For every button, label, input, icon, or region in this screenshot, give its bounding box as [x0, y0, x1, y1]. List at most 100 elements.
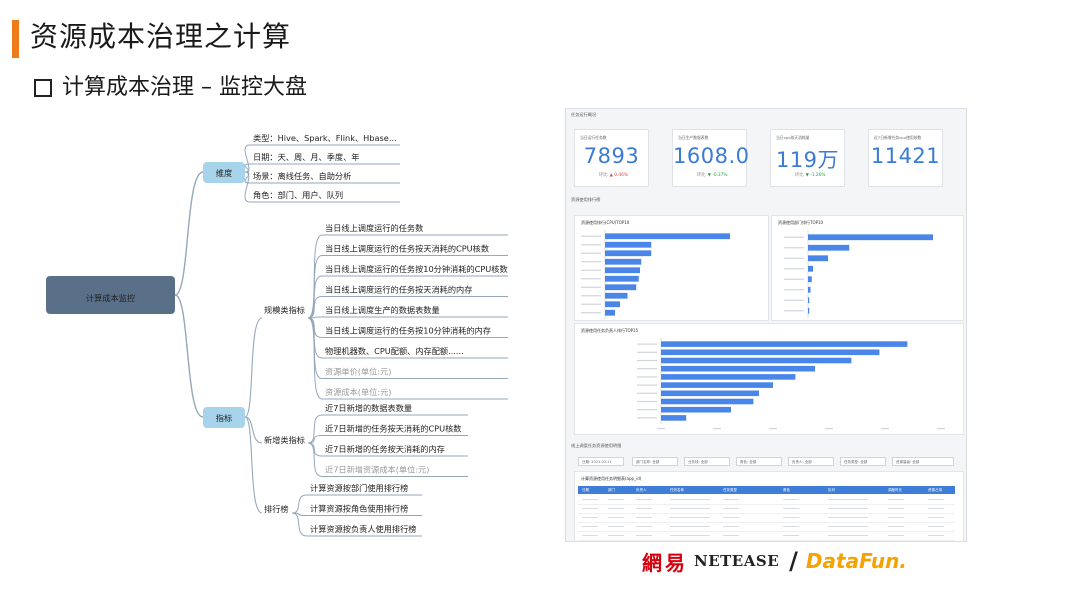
connector-line [307, 442, 323, 477]
table-cell [783, 526, 799, 527]
table-cell [636, 517, 652, 518]
table-cell [670, 517, 710, 518]
chart-bar [808, 234, 933, 241]
kpi-card: 当日cpu核天消耗量 119万 环比 ▼ -1.26% [770, 129, 845, 187]
category-tick-label [637, 351, 657, 353]
leaf-item: 计算资源按负责人使用排行榜 [310, 524, 416, 534]
table-cell [928, 517, 944, 518]
dashboard-screenshot: 任务运行概况 当日运行任务数 7893 环比 ▲ 0.46% 当日生产数据表数 1608.… [565, 108, 967, 542]
bar-chart-owner [637, 338, 945, 430]
kpi-change-value: 0.46% [614, 173, 628, 178]
chart-bar [605, 241, 652, 248]
x-tick-label [881, 428, 889, 430]
filter-select[interactable]: 任务类型: 全部 [840, 457, 886, 466]
table-cell [828, 517, 868, 518]
chart-bar [808, 286, 811, 293]
kpi-change-value: -1.26% [810, 173, 826, 178]
table-cell [608, 535, 624, 536]
category-tick-label [581, 295, 601, 297]
chart-bar [808, 244, 850, 251]
chart-title: 资源使用部门排行TOP10 [778, 220, 824, 225]
kpi-change: 环比 ▲ 0.46% [599, 172, 628, 178]
filter-select[interactable]: 角色: 全部 [736, 457, 782, 466]
kpi-label: 当日运行任务数 [580, 135, 607, 140]
connector-line [174, 294, 204, 418]
table-column-header: 部门 [608, 488, 615, 492]
kpi-value: 119万 [775, 148, 840, 172]
leaf-item: 当日线上调度运行的任务按天消耗的内存 [325, 285, 472, 295]
leaf-item: 角色：部门、用户、队列 [253, 190, 343, 200]
table-cell [670, 508, 710, 509]
footer-logos: 網易 NETEASE / DataFun. [642, 546, 907, 576]
table-cell [582, 535, 598, 536]
category-tick-label [637, 376, 657, 378]
chart-bar [605, 258, 642, 265]
ranking-node: 排行榜 [264, 504, 289, 514]
leaf-item: 类型：Hive、Spark、Flink、Hbase... [253, 133, 397, 143]
table-cell [928, 535, 944, 536]
overview-section-title: 任务运行概况 [571, 112, 597, 117]
table-cell [582, 517, 598, 518]
connector-line [244, 317, 263, 418]
table-cell [723, 526, 739, 527]
chart-bar [661, 357, 852, 364]
connector-line [291, 494, 308, 514]
category-tick-label [784, 247, 804, 249]
chart-bar [661, 341, 908, 347]
chart-bar [605, 309, 615, 316]
ranking-section-title: 资源使用排行榜 [571, 197, 601, 202]
chart-bar [808, 307, 810, 314]
chart-bar [808, 255, 828, 262]
chart-bar [661, 390, 759, 397]
kpi-change: 环比 ▼ -1.26% [795, 172, 825, 178]
connector-line [307, 435, 323, 444]
table-cell [636, 508, 652, 509]
chart-bar [808, 265, 813, 272]
category-tick-label [581, 278, 601, 280]
kpi-change-value: -0.37% [712, 173, 728, 178]
table-cell [888, 508, 904, 509]
table-cell [723, 508, 739, 509]
category-tick-label [581, 286, 601, 288]
x-tick-label [937, 428, 945, 430]
table-cell [783, 508, 799, 509]
filter-select[interactable]: 部门名称: 全部 [632, 457, 678, 466]
table-column-header: 任务类型 [723, 488, 737, 492]
table-cell [670, 526, 710, 527]
kpi-card: 当日生产数据表数 1608.0 环比 ▼ -0.37% [672, 129, 749, 187]
table-row[interactable] [578, 531, 955, 541]
kpi-label: 当日cpu核天消耗量 [776, 135, 810, 140]
connector-line [244, 144, 251, 173]
chart-bar [661, 382, 773, 388]
root-node-label: 计算成本监控 [86, 293, 135, 303]
table-cell [636, 526, 652, 527]
category-tick-label [637, 368, 657, 370]
filter-select[interactable]: 业务线: 全部 [684, 457, 730, 466]
table-cell [582, 508, 598, 509]
table-cell [888, 526, 904, 527]
category-tick-label [784, 310, 804, 312]
table-cell [723, 499, 739, 500]
filter-select[interactable]: 负责人: 全部 [788, 457, 834, 466]
kpi-compare-label: 环比 [697, 173, 706, 178]
table-cell [608, 508, 624, 509]
table-cell [888, 517, 904, 518]
table-cell [582, 499, 598, 500]
bar-chart-cpu [581, 230, 759, 325]
table-cell [636, 535, 652, 536]
table-column-header: 日期 [582, 488, 589, 492]
table-cell [723, 535, 739, 536]
category-tick-label [637, 400, 657, 403]
category-tick-label [581, 261, 601, 263]
chart-bar [661, 415, 687, 421]
filter-select[interactable]: 资源量级: 全部 [892, 457, 954, 466]
leaf-item: 场景：离线任务、自助分析 [253, 171, 351, 181]
chart-bar [605, 284, 637, 291]
chart-bar [808, 297, 810, 304]
logo-separator: / [789, 547, 798, 575]
filter-select[interactable]: 日期: 2021-03-11 [578, 457, 624, 466]
chart-bar [661, 406, 731, 413]
leaf-item: 近7日新增的数据表数量 [325, 403, 412, 413]
category-tick-label [784, 268, 804, 270]
leaf-item: 当日线上调度运行的任务按天消耗的CPU核数 [325, 244, 489, 254]
